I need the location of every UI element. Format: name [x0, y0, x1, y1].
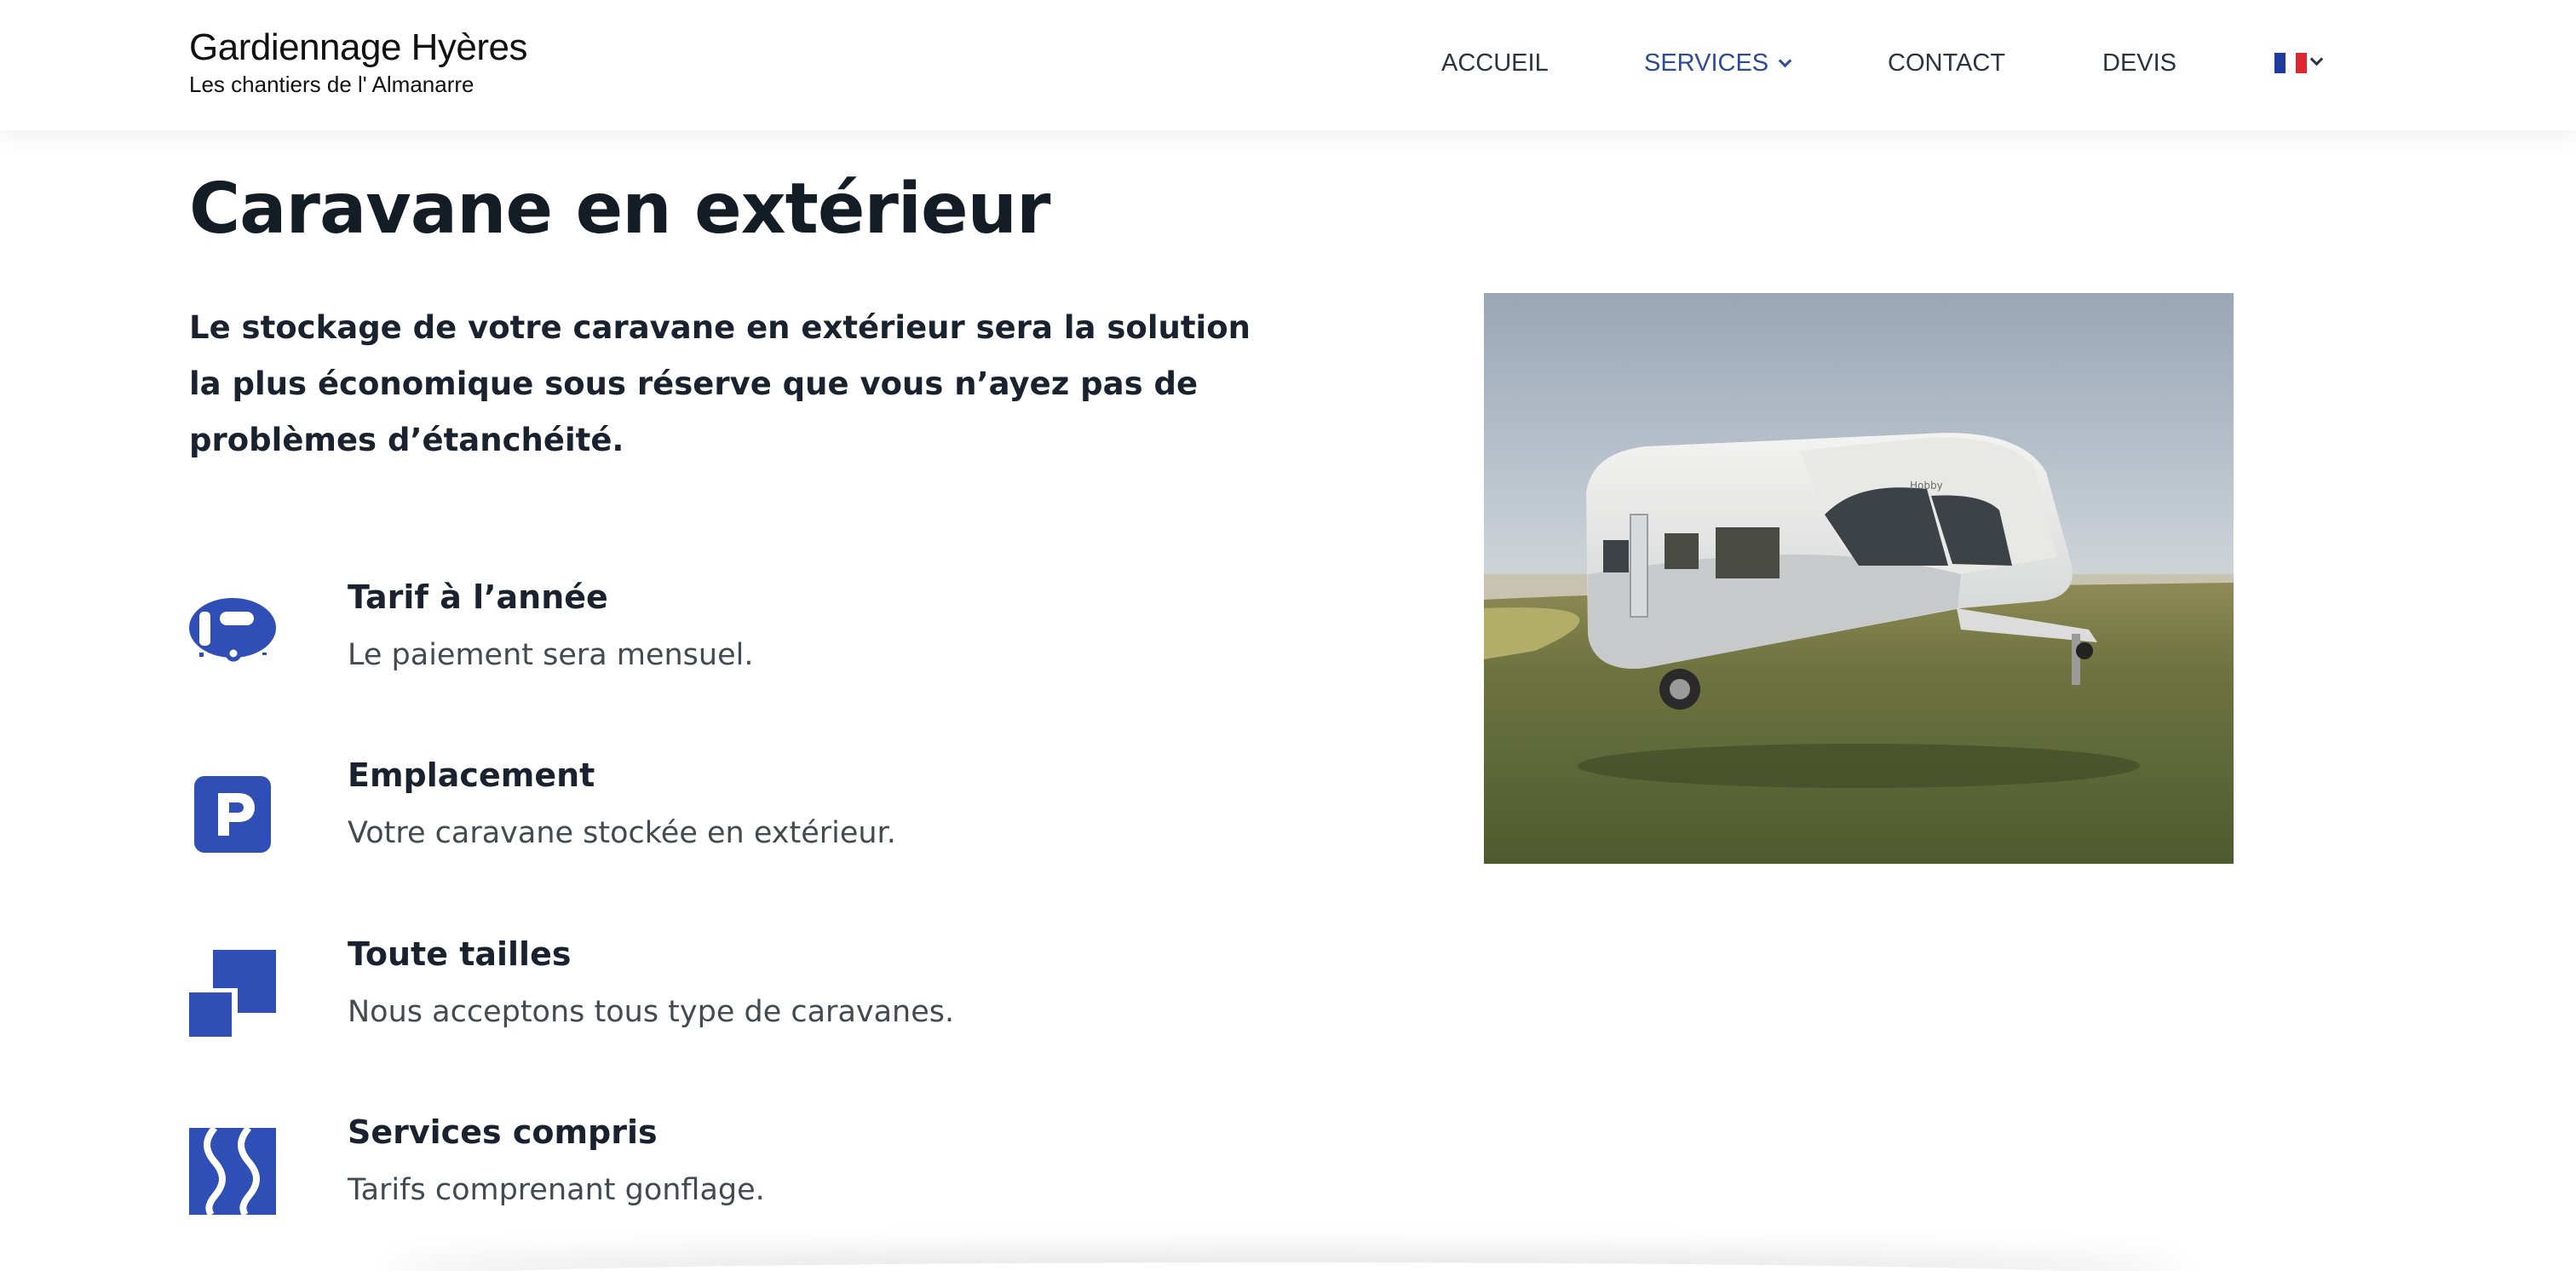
feature-description: Nous acceptons tous type de caravanes. [348, 995, 955, 1029]
nav-item-devis[interactable]: DEVIS [2102, 46, 2176, 80]
feature-item: Toute tailles Nous acceptons tous type d… [189, 933, 1211, 1037]
caravan-brand-text: Hobby [1910, 480, 1943, 492]
caravan-icon [189, 598, 276, 662]
feature-title: Services compris [348, 1113, 658, 1151]
nav-item-services[interactable]: SERVICES [1644, 46, 1792, 80]
page-title: Caravane en extérieur [189, 169, 1050, 250]
nav-item-accueil[interactable]: ACCUEIL [1441, 46, 1549, 80]
feature-title: Emplacement [348, 756, 595, 794]
waves-icon [189, 1128, 276, 1215]
chevron-down-icon [1778, 54, 1792, 68]
overlapping-squares-icon [189, 950, 276, 1037]
feature-description: Le paiement sera mensuel. [348, 638, 754, 672]
section-divider-shadow [383, 1262, 2189, 1271]
nav-item-services-label: SERVICES [1644, 49, 1769, 77]
intro-paragraph: Le stockage de votre caravane en extérie… [189, 309, 1251, 458]
feature-item: Emplacement Votre caravane stockée en ex… [189, 754, 1211, 856]
site-header: Gardiennage Hyères Les chantiers de l' A… [0, 0, 2576, 130]
feature-description: Votre caravane stockée en extérieur. [348, 816, 896, 850]
france-flag-icon [2274, 53, 2308, 73]
nav-item-contact[interactable]: CONTACT [1888, 46, 2005, 80]
parking-icon [194, 776, 271, 853]
caravan-photo: Hobby [1484, 293, 2234, 864]
main-nav: ACCUEIL SERVICES CONTACT DEVIS [0, 46, 2576, 80]
feature-title: Toute tailles [348, 935, 572, 973]
feature-item: Services compris Tarifs comprenant gonfl… [189, 1111, 1211, 1215]
feature-title: Tarif à l’année [348, 578, 608, 616]
feature-item: Tarif à l’année Le paiement sera mensuel… [189, 576, 1211, 678]
feature-description: Tarifs comprenant gonflage. [348, 1173, 765, 1207]
